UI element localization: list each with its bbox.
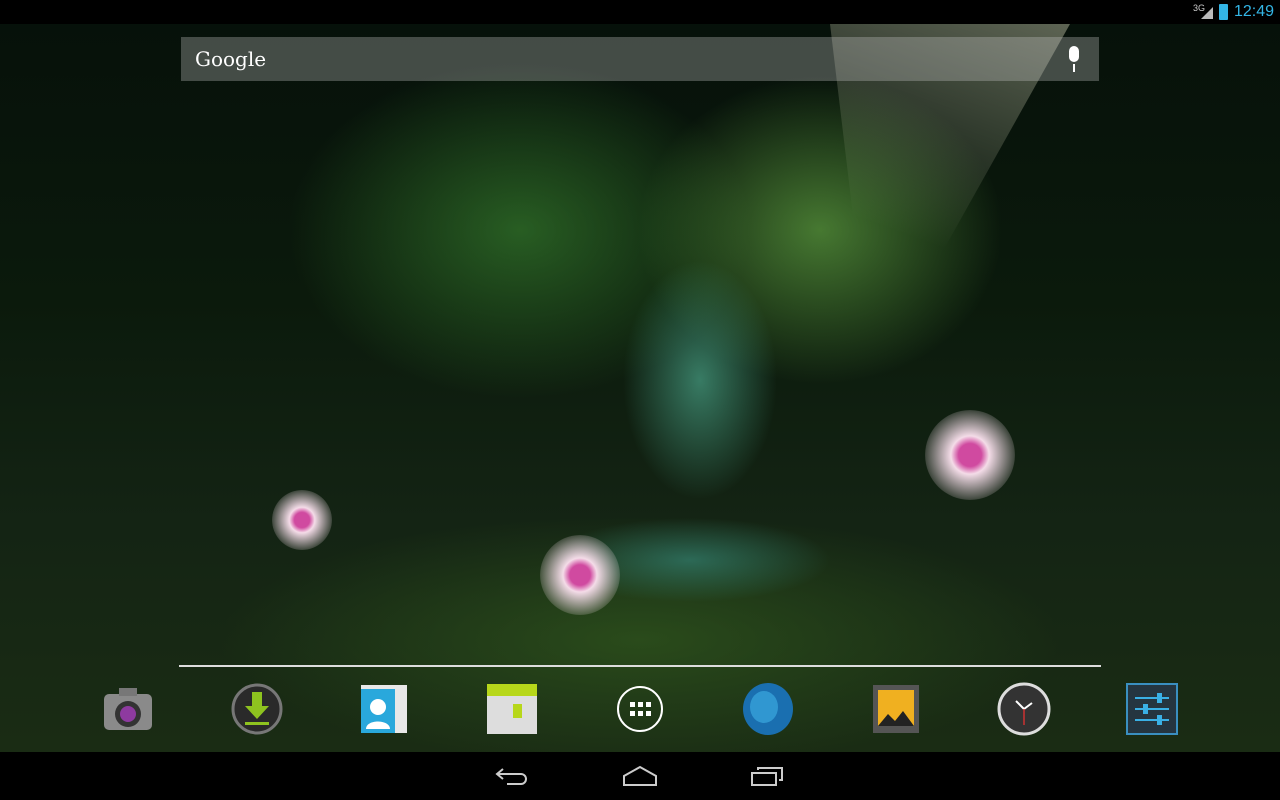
signal-icon: 3G <box>1193 3 1213 21</box>
google-logo: Google <box>195 47 267 71</box>
back-icon <box>495 768 527 785</box>
gallery-icon <box>873 685 919 733</box>
back-button[interactable] <box>487 761 537 791</box>
dock-camera[interactable] <box>100 680 156 738</box>
recents-icon <box>751 767 783 786</box>
dock-contacts[interactable] <box>356 680 412 738</box>
calendar-icon <box>487 684 537 734</box>
dock-settings[interactable] <box>1124 680 1180 738</box>
globe-icon <box>743 683 793 735</box>
google-search-bar[interactable]: Google <box>181 37 1099 81</box>
dock-divider <box>179 665 1101 667</box>
dock-downloads[interactable] <box>229 680 285 738</box>
battery-charging-icon <box>1218 4 1228 20</box>
navigation-bar <box>0 752 1280 800</box>
camera-icon <box>104 688 152 730</box>
dock-gallery[interactable] <box>868 680 924 738</box>
dock-clock[interactable] <box>996 680 1052 738</box>
live-wallpaper <box>0 0 1280 752</box>
dock-calendar[interactable] <box>484 680 540 738</box>
microphone-icon[interactable] <box>1063 44 1085 74</box>
lily-flower <box>925 410 1015 500</box>
clock-icon <box>997 682 1051 736</box>
dock-browser[interactable] <box>740 680 796 738</box>
recents-button[interactable] <box>743 761 793 791</box>
lily-flower <box>540 535 620 615</box>
contacts-icon <box>361 685 407 733</box>
dock-all-apps[interactable] <box>612 680 668 738</box>
settings-icon <box>1126 683 1178 735</box>
status-clock: 12:49 <box>1233 3 1274 20</box>
home-button[interactable] <box>615 761 665 791</box>
download-icon <box>231 683 283 735</box>
app-drawer-icon <box>617 686 663 732</box>
lily-flower <box>272 490 332 550</box>
status-bar: 3G 12:49 <box>0 0 1280 24</box>
home-icon <box>623 765 657 786</box>
dock <box>0 680 1280 742</box>
